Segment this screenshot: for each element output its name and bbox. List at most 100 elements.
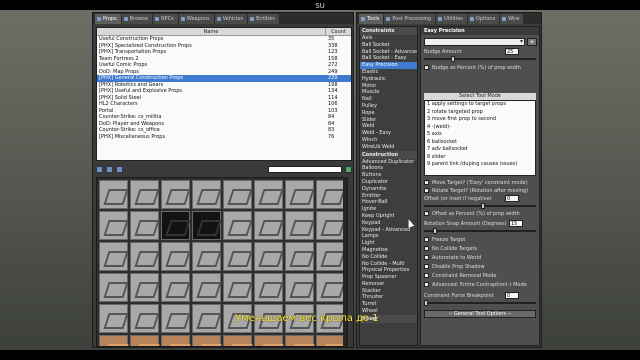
tool-item[interactable]: Pulley [360,103,417,110]
tool-mode-option[interactable]: 9 parent link (duping causes issues) [425,161,535,169]
view-icons-icon[interactable] [106,165,113,173]
prop-icon[interactable] [223,273,252,302]
tool-item[interactable]: Ball Socket - Advanced [360,49,417,56]
nudge-slider-track[interactable] [424,58,536,60]
tab-options[interactable]: Options [467,14,500,24]
prop-icon[interactable] [99,180,128,209]
tab-wire[interactable]: Wire [500,14,524,24]
tab-utilities[interactable]: Utilities [436,14,467,24]
tool-category[interactable]: Constraints [360,27,417,35]
prop-icon[interactable] [161,211,190,240]
prop-icon[interactable] [285,273,314,302]
view-list-icon[interactable] [96,165,103,173]
tool-mode-option[interactable]: 7 adv ballsocket [425,146,535,154]
prop-icon[interactable] [192,211,221,240]
tool-item[interactable]: Remover [360,281,417,288]
tool-item[interactable]: Advanced Duplicator [360,159,417,166]
prop-icon[interactable] [254,242,283,271]
tool-mode-option[interactable]: 8 slider [425,154,535,162]
prop-icon[interactable] [192,335,221,346]
prop-icon[interactable] [192,180,221,209]
nudge-percent-checkbox[interactable] [424,63,429,70]
tool-category[interactable]: Construction [360,150,417,159]
tool-item[interactable]: Magnetise [360,247,417,254]
prop-icon[interactable] [223,335,252,346]
prop-icon[interactable] [161,242,190,271]
offset-percent-checkbox[interactable] [424,209,429,216]
tool-item[interactable]: Elastic [360,69,417,76]
rotation-snap-slider-handle[interactable] [433,228,437,234]
tool-item[interactable]: Ignite [360,206,417,213]
prop-icon[interactable] [99,211,128,240]
prop-icon[interactable] [192,304,221,333]
tab-weapons[interactable]: Weapons [178,14,214,24]
prop-icon[interactable] [223,180,252,209]
tool-item[interactable]: Weld - Easy [360,130,417,137]
prop-icon[interactable] [99,335,128,346]
tool-item[interactable]: Duplicator [360,179,417,186]
tool-item[interactable]: Emitter [360,193,417,200]
tool-item[interactable]: Easy Precision [360,62,417,69]
tab-entities[interactable]: Entities [248,14,279,24]
tool-item[interactable]: WireLib Weld [360,144,417,151]
prop-icon[interactable] [130,335,159,346]
prop-icon[interactable] [192,273,221,302]
breakpoint-value[interactable]: 0 [505,292,519,299]
tool-mode-option[interactable]: 2 rotate targeted prop [425,109,535,117]
tool-item[interactable]: No Collide - Multi [360,261,417,268]
tool-item[interactable]: Stacker [360,288,417,295]
tool-item[interactable]: Turret [360,301,417,308]
tool-item[interactable]: No Collide [360,254,417,261]
tab-npcs[interactable]: NPCs [152,14,178,24]
tool-item[interactable]: Hydraulic [360,76,417,83]
general-tool-options-button[interactable]: -- General Tool Options -- [424,310,536,318]
prop-icon[interactable] [285,180,314,209]
prop-icon[interactable] [223,242,252,271]
props-list[interactable]: Name Count Useful Construction Props 35 [P… [96,27,352,161]
column-name[interactable]: Name [97,28,325,35]
tool-item[interactable]: Weld [360,123,417,130]
tool-mode-option[interactable]: 4 -(weld)- [425,124,535,132]
prop-icon[interactable] [192,242,221,271]
tool-item[interactable]: Ball Socket [360,42,417,49]
prop-icon[interactable] [99,304,128,333]
tool-item[interactable]: Light [360,240,417,247]
tool-item[interactable]: Rope [360,110,417,117]
tab-props[interactable]: Props [95,14,121,24]
prop-icon[interactable] [285,335,314,346]
tool-item[interactable]: Physical Properties [360,267,417,274]
tool-item[interactable]: Prop Spawner [360,274,417,281]
tab-vehicles[interactable]: Vehicles [214,14,248,24]
prop-icon[interactable] [316,273,345,302]
nudge-value[interactable]: 25 [505,48,519,55]
tool-item[interactable]: Winch [360,137,417,144]
tool-item[interactable]: Lamps [360,233,417,240]
offset-slider-track[interactable] [424,205,536,207]
prop-icon[interactable] [223,211,252,240]
prop-icon[interactable] [130,180,159,209]
prop-icon[interactable] [99,273,128,302]
tool-mode-option[interactable]: 3 move first prop to second [425,116,535,124]
autorotate-checkbox[interactable] [424,255,429,260]
tab-tools[interactable]: Tools [359,14,384,24]
table-row[interactable]: [PHX] Miscellaneous Props 76 [97,134,351,141]
breakpoint-slider-handle[interactable] [424,300,428,306]
tool-item[interactable]: Buttons [360,172,417,179]
prop-icon[interactable] [316,180,345,209]
breakpoint-slider-track[interactable] [424,302,536,304]
tool-mode-option[interactable]: 6 ballsocket [425,139,535,147]
tab-post-processing[interactable]: Post Processing [384,14,436,24]
tool-mode-option[interactable]: 1 apply settings to target props [425,101,535,109]
column-count[interactable]: Count [325,28,351,35]
tool-item[interactable]: Muscle [360,89,417,96]
tool-item[interactable]: Thruster [360,294,417,301]
prop-icon[interactable] [254,211,283,240]
prop-icon[interactable] [254,273,283,302]
prop-icon[interactable] [161,304,190,333]
tool-item[interactable]: Balloons [360,165,417,172]
tool-item[interactable]: Axis [360,35,417,42]
no-collide-checkbox[interactable] [424,244,429,251]
add-preset-button[interactable]: + [527,38,537,46]
tool-item[interactable]: Ball Socket - Easy [360,55,417,62]
rotation-snap-slider-track[interactable] [424,230,536,232]
